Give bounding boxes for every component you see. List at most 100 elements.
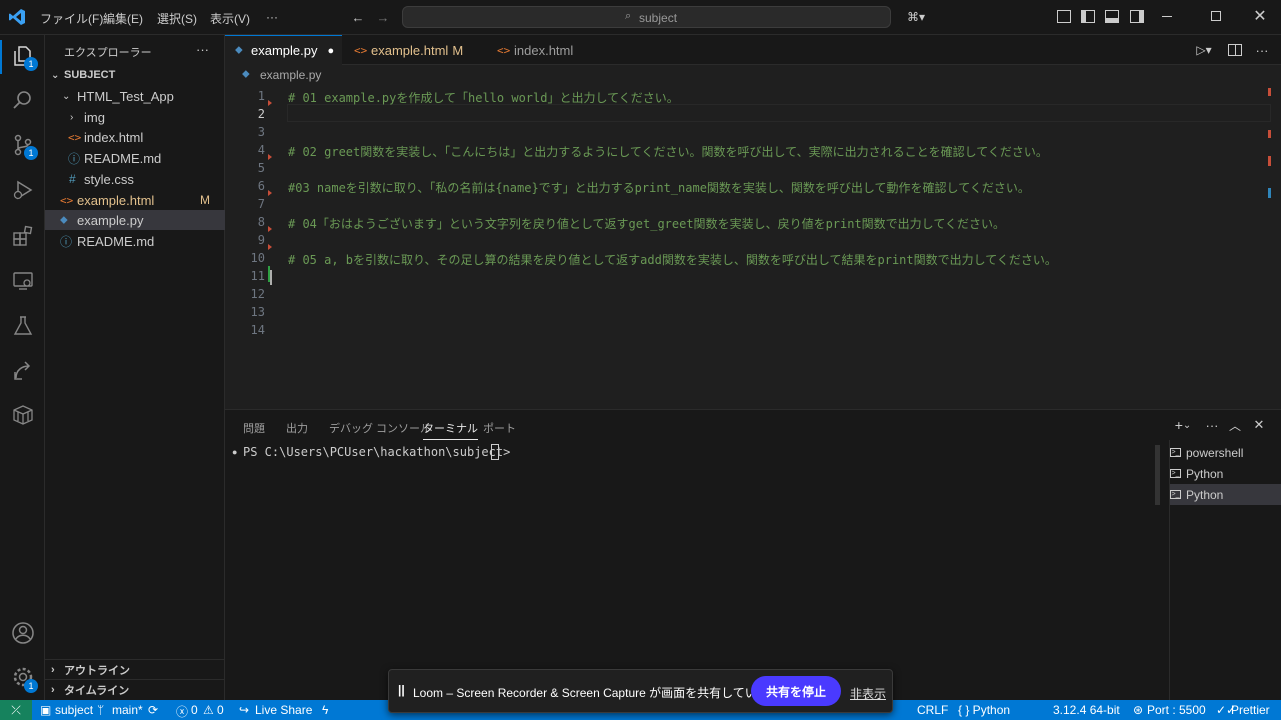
live-share-icon: ↪: [239, 703, 250, 717]
live-share-icon[interactable]: [11, 359, 35, 383]
tab-example-html[interactable]: <> example.html M: [344, 35, 484, 65]
close-panel-icon[interactable]: ✕: [1251, 416, 1267, 434]
tab-index-html[interactable]: <> index.html: [487, 35, 597, 65]
html-file-icon: <>: [354, 43, 368, 57]
customize-layout-icon[interactable]: [1057, 10, 1071, 23]
unsaved-dot-icon[interactable]: ●: [327, 45, 334, 57]
split-editor-icon[interactable]: [1228, 44, 1242, 56]
terminal-item-python-1[interactable]: >_ Python: [1170, 463, 1281, 484]
git-deleted-marker: [268, 154, 272, 160]
maximize-panel-icon[interactable]: ︿: [1227, 416, 1243, 434]
tab-label: index.html: [514, 42, 574, 58]
terminal-item-python-2[interactable]: >_ Python: [1170, 484, 1281, 505]
terminal-item-powershell[interactable]: >_ powershell: [1170, 442, 1281, 463]
tree-file-readme-md[interactable]: ⓘ README.md: [45, 148, 225, 168]
errors-count[interactable]: 0: [191, 703, 198, 717]
tree-file-readme-md-root[interactable]: ⓘ README.md: [45, 231, 225, 251]
outline-section[interactable]: › アウトライン: [45, 659, 225, 679]
ruler-mark: [1268, 188, 1271, 198]
testing-flask-icon[interactable]: [11, 314, 35, 338]
tab-ports[interactable]: ポート: [483, 420, 516, 436]
menu-selection[interactable]: 選択(S): [157, 10, 197, 27]
tab-terminal[interactable]: ターミナル: [423, 420, 478, 440]
folder-name[interactable]: subject: [55, 703, 93, 717]
code-editor[interactable]: 1 2 3 4 5 6 7 8 9 10 11 12 13 14 # 01 ex…: [225, 86, 1281, 409]
scm-badge: 1: [24, 146, 38, 160]
tree-item-label: README.md: [84, 150, 162, 166]
restore-icon[interactable]: [1211, 11, 1221, 21]
errors-icon: ⓧ: [176, 705, 189, 719]
new-terminal-icon[interactable]: + ⌄: [1170, 416, 1196, 434]
toggle-panel-icon[interactable]: [1105, 10, 1119, 23]
line-number: 9: [257, 233, 265, 247]
title-bar: ファイル(F) 編集(E) 選択(S) 表示(V) ··· ← → ⌕ subj…: [0, 0, 1281, 35]
run-python-file-icon[interactable]: ▷▾: [1190, 41, 1218, 59]
toggle-secondary-sidebar-icon[interactable]: [1130, 10, 1144, 23]
accounts-icon[interactable]: [10, 620, 36, 646]
menu-view[interactable]: 表示(V): [210, 10, 250, 27]
python-file-icon: ⬥: [235, 44, 243, 56]
terminal-scrollbar[interactable]: [1155, 445, 1160, 505]
close-window-icon[interactable]: ✕: [1252, 6, 1268, 26]
timeline-section[interactable]: › タイムライン: [45, 679, 225, 699]
warnings-count[interactable]: 0: [217, 703, 224, 717]
editor-more-icon[interactable]: ···: [1253, 41, 1271, 59]
tree-folder-img[interactable]: › img: [45, 107, 225, 127]
terminal-item-label: Python: [1186, 466, 1224, 481]
tree-file-style-css[interactable]: # style.css: [45, 169, 225, 189]
python-interpreter[interactable]: 3.12.4 64-bit: [1053, 703, 1120, 717]
ruler-mark: [1268, 130, 1271, 138]
hide-banner-link[interactable]: 非表示: [850, 685, 886, 702]
terminal-output[interactable]: ● PS C:\Users\PCUser\hackathon\subject>: [225, 440, 1162, 700]
tab-debug-console[interactable]: デバッグ コンソール: [329, 420, 431, 436]
lightning-icon[interactable]: ϟ: [322, 703, 328, 717]
breadcrumb-file[interactable]: example.py: [260, 68, 321, 82]
line-number: 3: [257, 125, 265, 139]
command-center-search[interactable]: ⌕ subject: [402, 6, 891, 28]
chevron-right-icon: ›: [51, 683, 55, 696]
chevron-down-icon: ⌄: [62, 90, 71, 102]
tree-file-example-py[interactable]: ⬥ example.py: [45, 210, 225, 230]
chevron-right-icon: ›: [70, 111, 74, 123]
menu-more[interactable]: ···: [266, 10, 278, 24]
tree-folder-html-test-app[interactable]: ⌄ HTML_Test_App: [45, 86, 225, 106]
search-view-icon[interactable]: [11, 88, 35, 112]
live-server-port[interactable]: Port : 5500: [1147, 703, 1206, 717]
minimize-icon[interactable]: [1162, 16, 1172, 17]
menu-file[interactable]: ファイル(F): [40, 10, 103, 27]
tab-example-py[interactable]: ⬥ example.py ●: [225, 35, 342, 65]
line-ending[interactable]: CRLF: [917, 703, 948, 717]
prettier-label[interactable]: Prettier: [1231, 703, 1270, 717]
explorer-more-button[interactable]: ···: [196, 42, 209, 57]
panel-more-icon[interactable]: ···: [1203, 416, 1221, 434]
code-line: # 01 example.pyを作成して「hello world」と出力してくだ…: [288, 91, 679, 105]
branch-name[interactable]: main*: [112, 703, 143, 717]
remote-indicator[interactable]: ⤫: [0, 700, 32, 720]
containers-icon[interactable]: [11, 403, 35, 427]
menu-edit[interactable]: 編集(E): [103, 10, 143, 27]
extensions-icon[interactable]: [11, 224, 35, 248]
tab-output[interactable]: 出力: [286, 420, 308, 436]
tree-root-subject[interactable]: ⌄ SUBJECT: [45, 65, 225, 85]
stop-sharing-button[interactable]: 共有を停止: [751, 676, 841, 706]
forward-arrow-icon[interactable]: →: [375, 8, 391, 26]
run-debug-icon[interactable]: [11, 178, 35, 202]
toggle-sidebar-icon[interactable]: [1081, 10, 1095, 23]
code-line: # 05 a, bを引数に取り、その足し算の結果を戻り値として返すadd関数を実…: [288, 253, 1057, 267]
tab-problems[interactable]: 問題: [243, 420, 265, 436]
back-arrow-icon[interactable]: ←: [350, 8, 366, 26]
language-mode[interactable]: { } Python: [958, 703, 1010, 717]
live-share-label[interactable]: Live Share: [255, 703, 312, 717]
copilot-icon[interactable]: ⌘▾: [902, 8, 930, 26]
line-number: 1: [257, 89, 265, 103]
remote-explorer-icon[interactable]: [11, 269, 35, 293]
code-line: #03 nameを引数に取り、「私の名前は{name}です」と出力するprint…: [288, 181, 1030, 195]
tree-file-example-html[interactable]: <> example.html M: [45, 190, 225, 210]
port-icon: ⊛: [1133, 703, 1144, 717]
activity-bar: 1 1 1: [0, 35, 45, 700]
sync-icon[interactable]: ⟳: [148, 703, 158, 717]
line-number: 12: [250, 287, 265, 301]
folder-icon: ▣: [40, 703, 52, 717]
tree-item-label: index.html: [84, 129, 144, 145]
tree-file-index-html[interactable]: <> index.html: [45, 127, 225, 147]
